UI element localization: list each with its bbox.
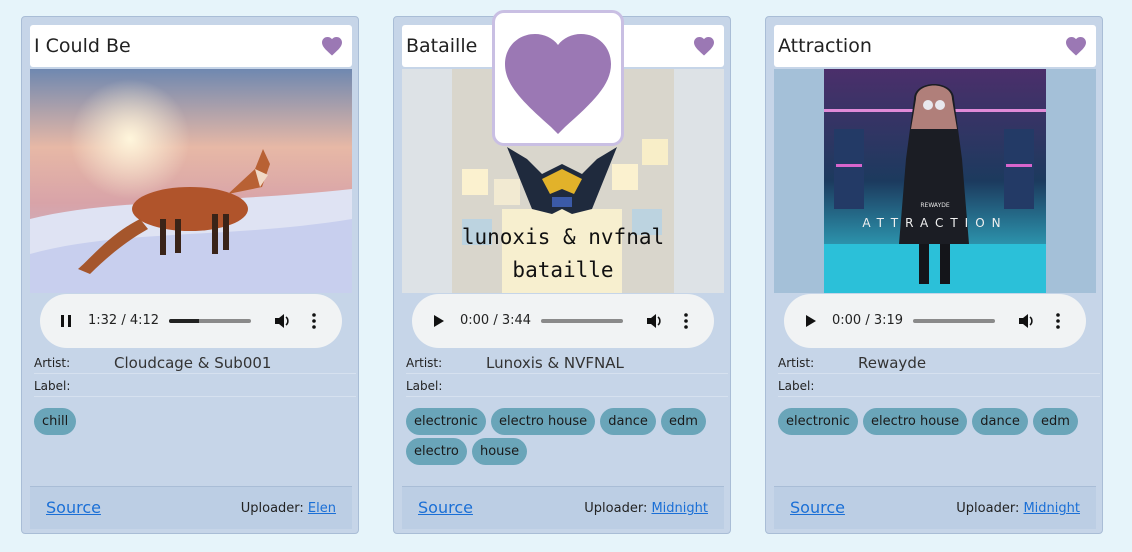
seek-slider[interactable] — [169, 319, 251, 323]
artist-row: Artist: Lunoxis & NVFNAL — [406, 354, 728, 374]
tag[interactable]: electronic — [778, 408, 858, 435]
album-art: REWAYDE ATTRACTION — [774, 69, 1096, 293]
label-row: Label: — [34, 377, 356, 397]
tag[interactable]: electronic — [406, 408, 486, 435]
tag[interactable]: edm — [1032, 408, 1078, 435]
pause-icon[interactable] — [56, 311, 76, 331]
card-header: Attraction — [774, 25, 1096, 67]
audio-player: 0:00 / 3:44 — [412, 294, 714, 348]
card-footer: Source Uploader: Elen — [30, 486, 352, 529]
track-title: Bataille — [406, 35, 478, 57]
tag[interactable]: dance — [972, 408, 1028, 435]
card-footer: Source Uploader: Midnight — [774, 486, 1096, 529]
tag[interactable]: electro house — [862, 408, 968, 435]
track-card: I Could Be 1:32 / 4:12 Artist: Cloudcage… — [21, 16, 359, 534]
volume-icon[interactable] — [272, 311, 292, 331]
track-title: Attraction — [778, 35, 872, 57]
tag[interactable]: chill — [34, 408, 77, 435]
tag[interactable]: electro — [406, 438, 467, 465]
art-text-artist: REWAYDE — [920, 202, 949, 209]
heart-icon[interactable] — [320, 34, 344, 58]
uploader-label: Uploader: — [240, 501, 304, 516]
artist-value: Rewayde — [858, 354, 927, 372]
uploader: Uploader: Midnight — [956, 487, 1080, 531]
art-text-title: ATTRACTION — [862, 216, 1007, 230]
artist-label: Artist: — [778, 356, 815, 370]
tag[interactable]: house — [471, 438, 528, 465]
uploader: Uploader: Midnight — [584, 487, 708, 531]
more-vert-icon[interactable] — [676, 311, 696, 331]
audio-player: 0:00 / 3:19 — [784, 294, 1086, 348]
tag[interactable]: edm — [660, 408, 706, 435]
seek-slider[interactable] — [913, 319, 995, 323]
artist-value: Cloudcage & Sub001 — [114, 354, 272, 372]
uploader-label: Uploader: — [584, 501, 648, 516]
favorite-popup[interactable] — [492, 10, 624, 146]
heart-icon[interactable] — [1064, 34, 1088, 58]
audio-player: 1:32 / 4:12 — [40, 294, 342, 348]
volume-icon[interactable] — [644, 311, 664, 331]
source-link[interactable]: Source — [418, 487, 473, 529]
play-icon[interactable] — [428, 311, 448, 331]
artist-row: Artist: Cloudcage & Sub001 — [34, 354, 356, 374]
card-footer: Source Uploader: Midnight — [402, 486, 724, 529]
label-label: Label: — [778, 379, 815, 393]
label-row: Label: — [406, 377, 728, 397]
card-header: I Could Be — [30, 25, 352, 67]
tag-list: electronic electro house dance edm elect… — [406, 408, 724, 468]
heart-icon — [505, 34, 611, 134]
track-card: Attraction REWAYDE ATTRACTION 0:00 / 3:1… — [765, 16, 1103, 534]
volume-icon[interactable] — [1016, 311, 1036, 331]
artist-row: Artist: Rewayde — [778, 354, 1100, 374]
label-label: Label: — [34, 379, 71, 393]
album-art — [30, 69, 352, 293]
uploader-link[interactable]: Midnight — [1023, 501, 1080, 516]
seek-progress — [169, 319, 200, 323]
uploader-link[interactable]: Midnight — [651, 501, 708, 516]
uploader-link[interactable]: Elen — [308, 501, 336, 516]
artist-label: Artist: — [34, 356, 71, 370]
artist-label: Artist: — [406, 356, 443, 370]
artist-value: Lunoxis & NVFNAL — [486, 354, 624, 372]
tag-list: electronic electro house dance edm — [778, 408, 1096, 438]
tag[interactable]: dance — [600, 408, 656, 435]
player-time: 1:32 / 4:12 — [88, 313, 160, 328]
track-title: I Could Be — [34, 35, 131, 57]
source-link[interactable]: Source — [790, 487, 845, 529]
more-vert-icon[interactable] — [304, 311, 324, 331]
label-row: Label: — [778, 377, 1100, 397]
uploader-label: Uploader: — [956, 501, 1020, 516]
art-text-title: bataille — [512, 258, 613, 282]
label-label: Label: — [406, 379, 443, 393]
seek-slider[interactable] — [541, 319, 623, 323]
player-time: 0:00 / 3:44 — [460, 313, 532, 328]
art-text-artists: lunoxis & nvfnal — [462, 225, 664, 249]
uploader: Uploader: Elen — [241, 487, 336, 531]
tag-list: chill — [34, 408, 352, 438]
tag[interactable]: electro house — [490, 408, 596, 435]
more-vert-icon[interactable] — [1048, 311, 1068, 331]
source-link[interactable]: Source — [46, 487, 101, 529]
heart-icon[interactable] — [692, 34, 716, 58]
play-icon[interactable] — [800, 311, 820, 331]
player-time: 0:00 / 3:19 — [832, 313, 904, 328]
